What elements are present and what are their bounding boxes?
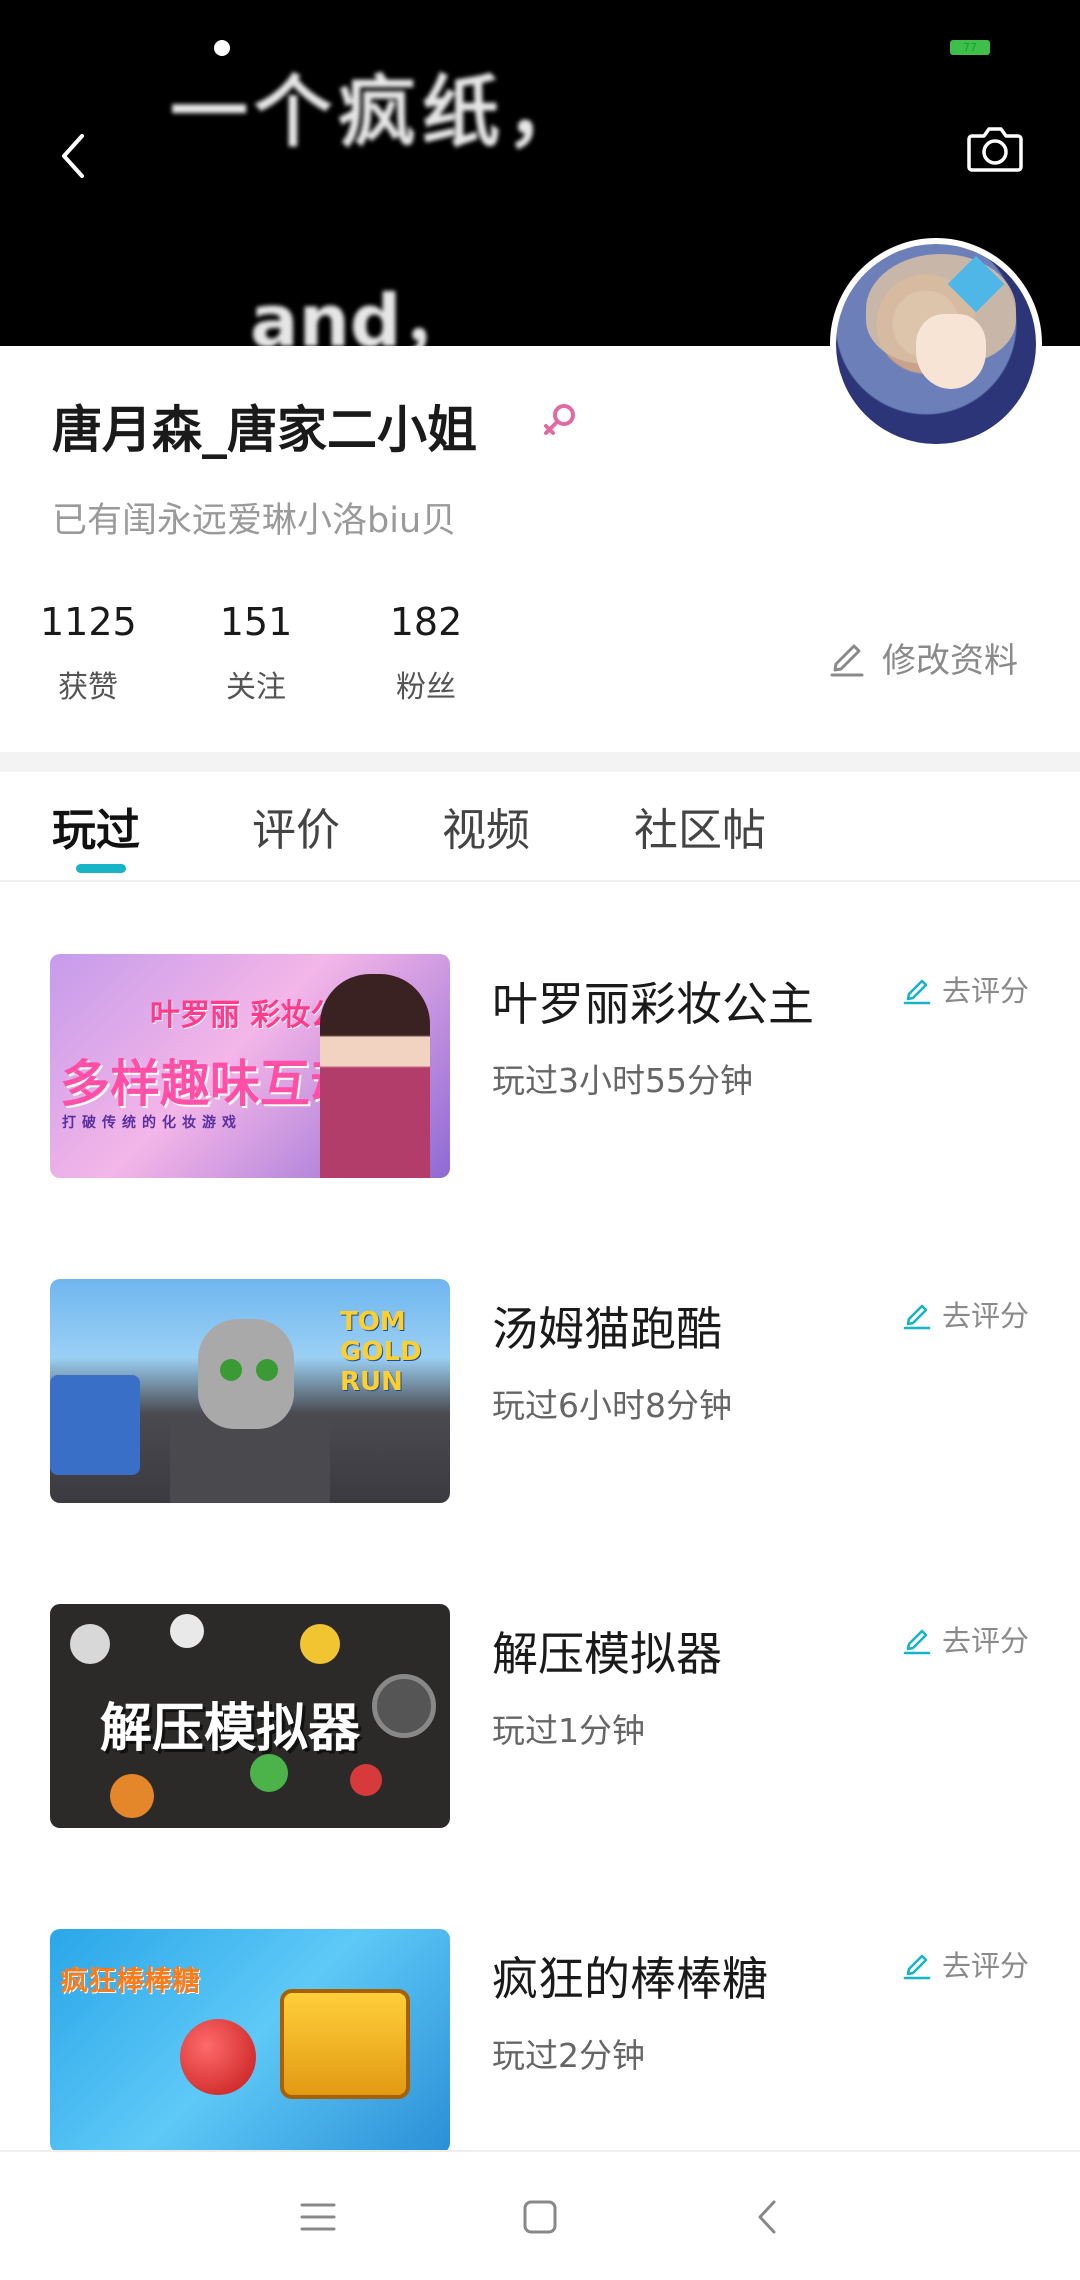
tab-played[interactable]: 玩过 [52, 794, 140, 858]
thumb-object [300, 1624, 340, 1664]
back-button[interactable] [52, 126, 100, 186]
thumb-road [170, 1419, 330, 1503]
camera-button[interactable] [966, 122, 1024, 176]
game-thumbnail[interactable]: 疯狂棒棒糖 [50, 1929, 450, 2153]
chevron-left-icon [62, 134, 84, 178]
pencil-rate-icon [903, 1954, 931, 1980]
profile-bio: 已有闺永远爱琳小洛biu贝 [52, 501, 457, 541]
game-playtime: 玩过2分钟 [492, 2036, 645, 2075]
stat-followers[interactable]: 182 粉丝 [384, 600, 468, 706]
game-title[interactable]: 解压模拟器 [492, 1618, 722, 1684]
thumb-subcaption: 打破传统的化妆游戏 [62, 1115, 242, 1131]
pencil-rate-icon [903, 979, 931, 1005]
game-item[interactable]: 疯狂棒棒糖 疯狂的棒棒糖 玩过2分钟 去评分 [0, 1929, 1080, 2159]
thumb-eye [220, 1359, 242, 1381]
thumb-caption: 多样趣味互动 [60, 1055, 360, 1113]
pencil-rate-icon [903, 1304, 931, 1330]
stat-value: 182 [389, 600, 463, 644]
female-icon [544, 404, 575, 435]
back-chevron-icon[interactable] [738, 2192, 798, 2242]
thumb-object [70, 1624, 110, 1664]
game-title[interactable]: 疯狂的棒棒糖 [492, 1943, 768, 2009]
camera-icon [967, 127, 1023, 172]
tab-reviews[interactable]: 评价 [252, 794, 340, 858]
game-playtime: 玩过1分钟 [492, 1711, 645, 1750]
thumb-character [198, 1319, 294, 1429]
stat-value: 1125 [40, 600, 137, 644]
edit-profile-button[interactable]: 修改资料 [826, 632, 1018, 682]
pencil-icon [830, 644, 864, 677]
thumb-object [350, 1764, 382, 1796]
profile-tabs: 玩过 评价 视频 社区帖 [0, 772, 1080, 882]
tab-indicator [76, 864, 126, 873]
thumb-character [320, 974, 430, 1178]
stat-label: 关注 [226, 670, 286, 705]
game-item[interactable]: 解压模拟器 解压模拟器 玩过1分钟 去评分 [0, 1604, 1080, 1834]
thumb-logo: 疯狂棒棒糖 [60, 1964, 201, 1997]
game-thumbnail[interactable]: 解压模拟器 [50, 1604, 450, 1828]
home-square-icon[interactable] [510, 2192, 570, 2242]
game-item[interactable]: TOM GOLD RUN 汤姆猫跑酷 玩过6小时8分钟 去评分 [0, 1279, 1080, 1509]
thumb-object [170, 1614, 204, 1648]
rate-label: 去评分 [942, 974, 1030, 1008]
rate-button[interactable]: 去评分 [900, 1293, 1029, 1335]
thumb-caption: 解压模拟器 [100, 1699, 361, 1759]
game-title[interactable]: 汤姆猫跑酷 [492, 1293, 722, 1359]
rate-label: 去评分 [942, 1949, 1030, 1983]
cover-text-line2: and， [250, 279, 474, 346]
section-divider [0, 752, 1080, 772]
rate-button[interactable]: 去评分 [900, 968, 1029, 1010]
tab-community-posts[interactable]: 社区帖 [634, 794, 766, 858]
tab-videos[interactable]: 视频 [442, 794, 530, 858]
stat-following[interactable]: 151 关注 [212, 600, 300, 706]
stat-value: 151 [219, 600, 293, 644]
thumb-object [110, 1774, 154, 1818]
thumb-eye [256, 1359, 278, 1381]
thumb-dial [372, 1674, 436, 1738]
stat-label: 获赞 [58, 670, 118, 705]
game-title[interactable]: 叶罗丽彩妆公主 [492, 968, 814, 1034]
game-playtime: 玩过3小时55分钟 [492, 1061, 753, 1100]
avatar-face [916, 314, 986, 389]
stat-label: 粉丝 [396, 670, 456, 705]
game-item[interactable]: 叶罗丽 彩妆公主 多样趣味互动 打破传统的化妆游戏 叶罗丽彩妆公主 玩过3小时5… [0, 954, 1080, 1184]
menu-icon[interactable] [288, 2192, 348, 2242]
game-playtime: 玩过6小时8分钟 [492, 1386, 732, 1425]
pencil-rate-icon [903, 1629, 931, 1655]
battery-indicator: 77 [950, 40, 990, 55]
thumb-logo: TOM GOLD RUN [340, 1307, 422, 1397]
edit-profile-label: 修改资料 [882, 640, 1018, 681]
avatar[interactable] [830, 238, 1042, 450]
rate-button[interactable]: 去评分 [900, 1943, 1029, 1985]
game-thumbnail[interactable]: 叶罗丽 彩妆公主 多样趣味互动 打破传统的化妆游戏 [50, 954, 450, 1178]
profile-name: 唐月森_唐家二小姐 [52, 401, 477, 459]
rate-label: 去评分 [942, 1299, 1030, 1333]
cover-text-line1: 一个疯纸， [170, 68, 591, 158]
thumb-ball [180, 2019, 256, 2095]
game-thumbnail[interactable]: TOM GOLD RUN [50, 1279, 450, 1503]
system-nav-bar [0, 2150, 1080, 2280]
rate-label: 去评分 [942, 1624, 1030, 1658]
thumb-chest [280, 1989, 410, 2099]
rate-button[interactable]: 去评分 [900, 1618, 1029, 1660]
stat-likes[interactable]: 1125 获赞 [40, 600, 137, 706]
thumb-truck [50, 1375, 140, 1475]
